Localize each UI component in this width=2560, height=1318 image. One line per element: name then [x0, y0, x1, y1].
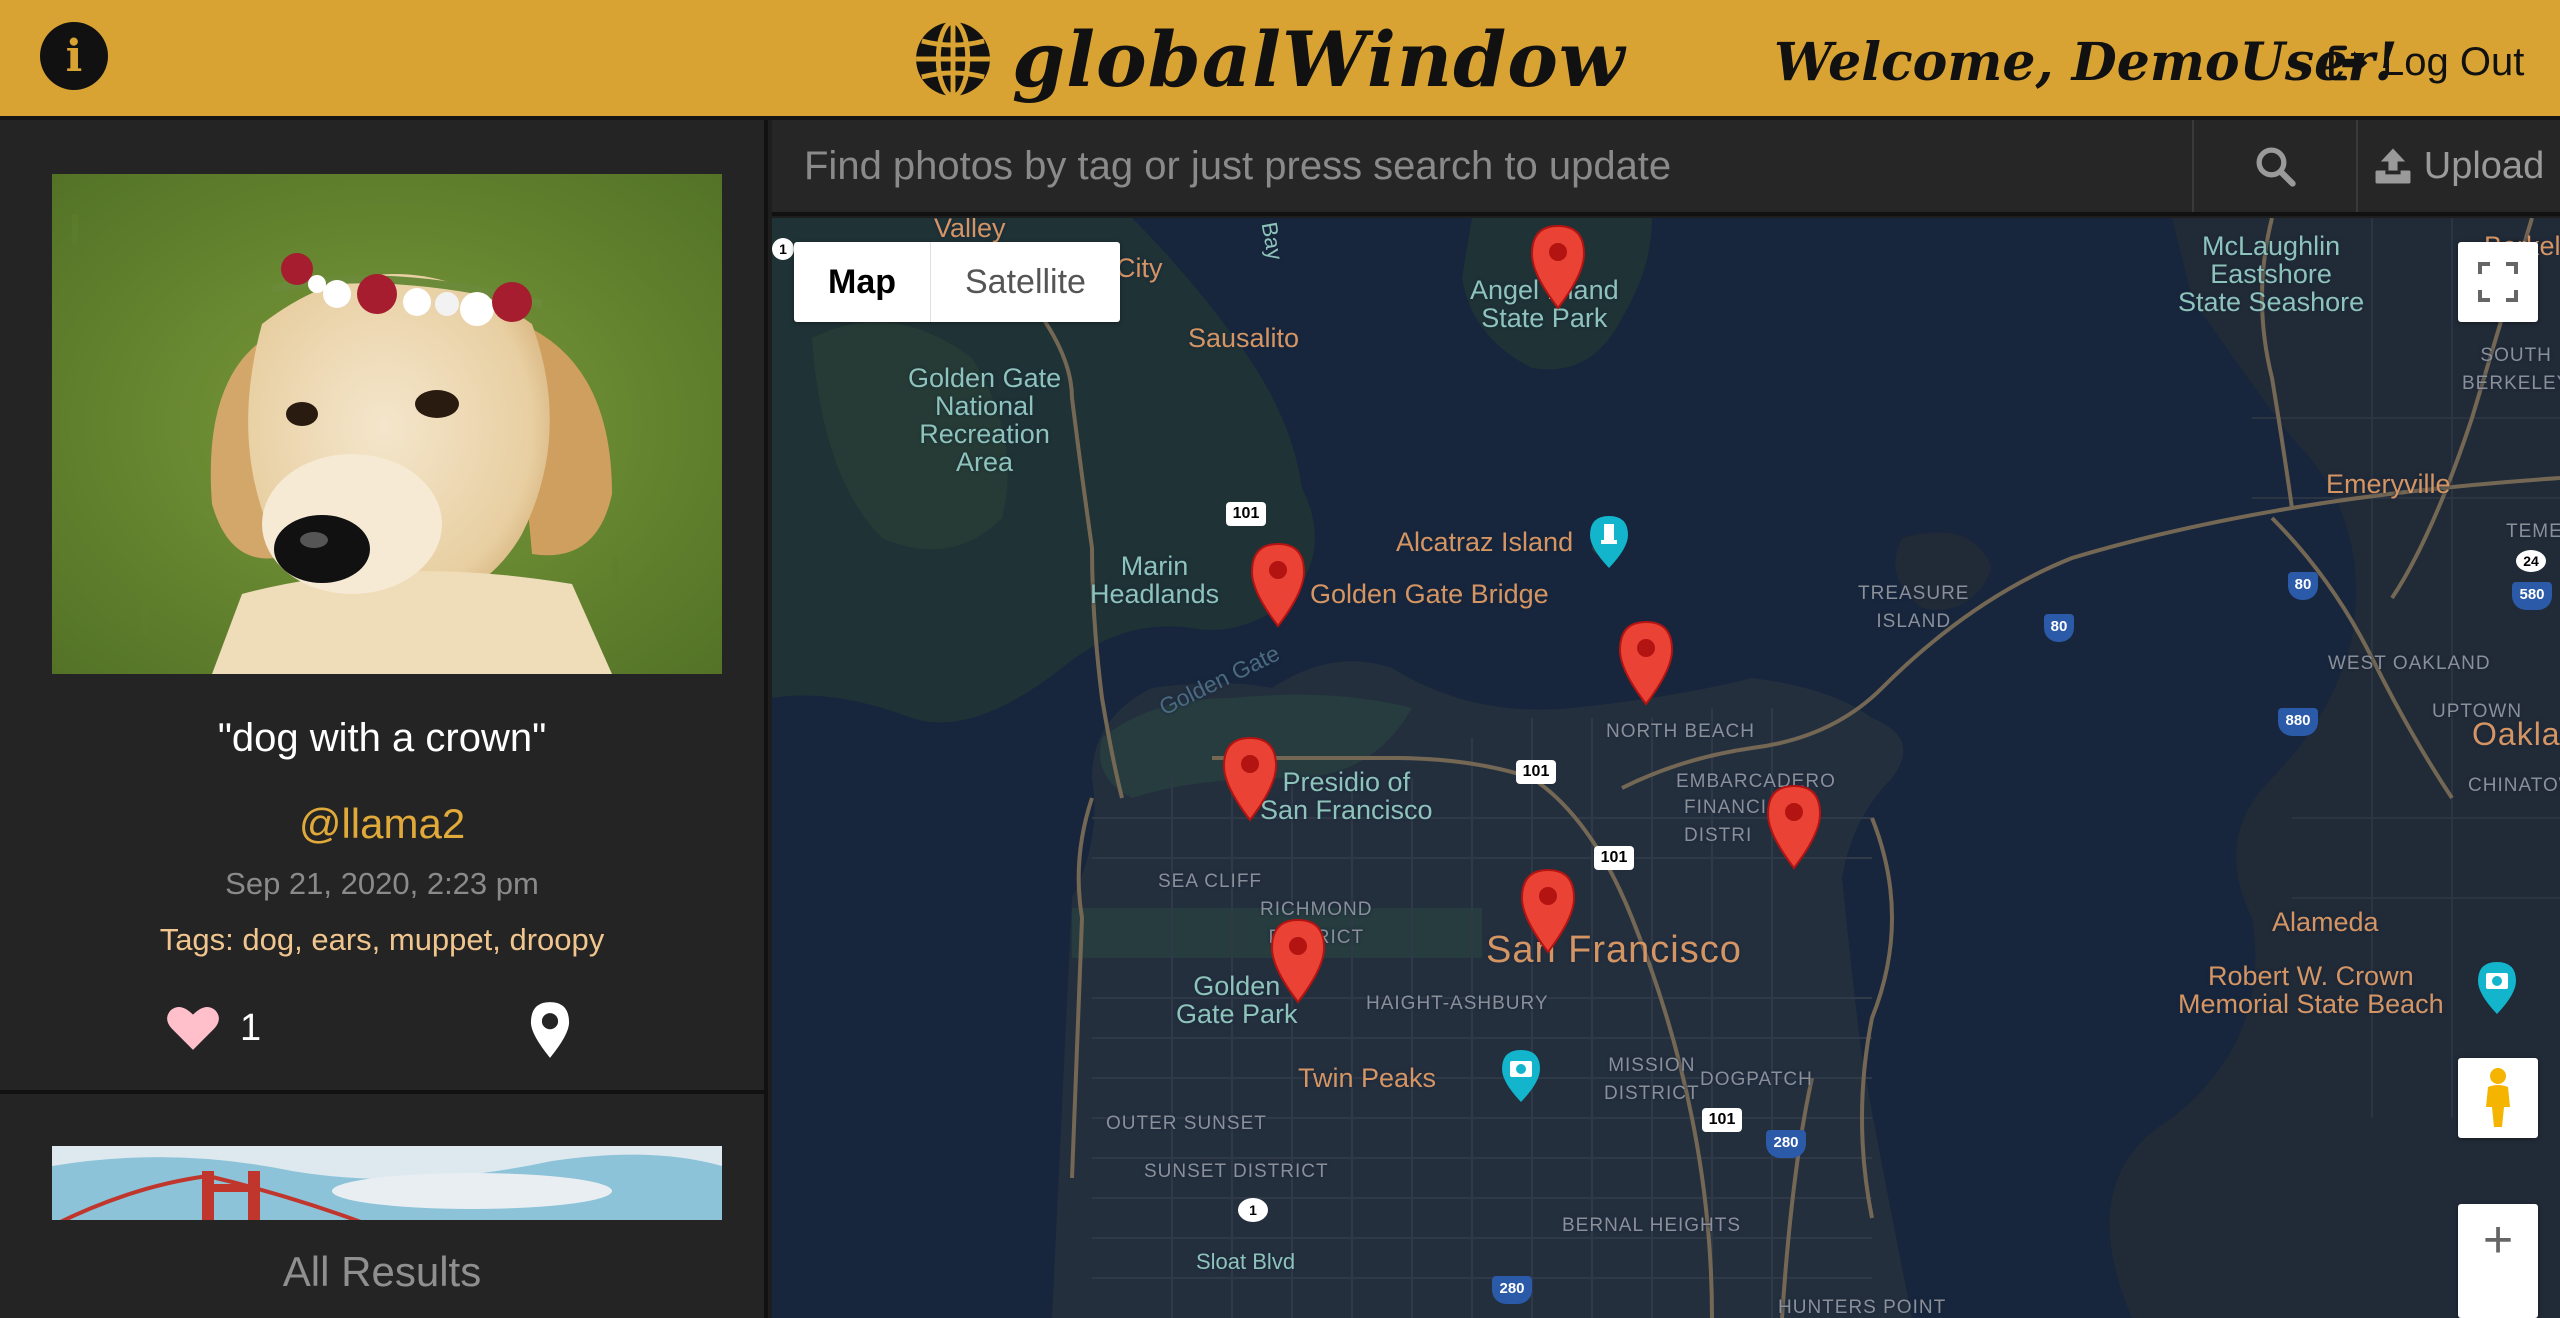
welcome-message: Welcome, DemoUser! — [1774, 32, 2398, 93]
brand[interactable]: globalWindow — [912, 14, 1625, 104]
info-icon[interactable]: i — [40, 22, 108, 90]
label-alcatraz: Alcatraz Island — [1396, 527, 1574, 557]
label-presidio: Presidio of San Francisco — [1260, 767, 1433, 825]
shield-us101-d: 101 — [1702, 1108, 1742, 1132]
camera-poi-icon[interactable] — [1500, 1048, 1542, 1104]
label-sausalito: Sausalito — [1188, 323, 1300, 353]
upload-icon — [2375, 148, 2411, 184]
label-sunset: SUNSET DISTRICT — [1144, 1161, 1329, 1182]
street-view-button[interactable] — [2458, 1058, 2538, 1138]
heart-icon — [167, 1006, 219, 1050]
like-button[interactable]: 1 — [166, 1004, 261, 1052]
label-crown-beach: Robert W. Crown Memorial State Beach — [2178, 961, 2444, 1019]
label-sloat: Sloat Blvd — [1196, 1249, 1296, 1274]
dog-photo — [52, 174, 722, 674]
search-icon — [2256, 147, 2296, 187]
label-chinatown: CHINATOW — [2468, 775, 2560, 796]
label-mission: MISSION DISTRICT — [1604, 1055, 1700, 1104]
label-haight: HAIGHT-ASHBURY — [1366, 993, 1549, 1014]
label-oakland: Oakland — [2472, 716, 2560, 752]
map-marker-icon[interactable] — [1222, 736, 1278, 822]
upload-label: Upload — [2423, 144, 2545, 187]
fullscreen-button[interactable] — [2458, 242, 2538, 322]
label-emeryville: Emeryville — [2326, 469, 2451, 499]
map-marker-icon[interactable] — [1766, 784, 1822, 870]
upload-button[interactable]: Upload — [2356, 120, 2560, 212]
shield-i80-a: 80 — [2044, 614, 2074, 642]
label-twin-peaks: Twin Peaks — [1298, 1063, 1437, 1093]
photo-caption: "dog with a crown" — [217, 716, 547, 760]
shield-i580: 580 — [2512, 582, 2552, 610]
label-west-oakland: WEST OAKLAND — [2328, 653, 2491, 674]
fullscreen-icon — [2478, 262, 2518, 302]
shield-us101-c: 101 — [1594, 846, 1634, 870]
photo-thumbnail[interactable] — [52, 174, 722, 674]
top-navbar: i globalWindow Welcome, DemoUser! Log Ou… — [0, 0, 2560, 120]
photo-author-link[interactable]: @llama2 — [0, 800, 764, 848]
shield-us101-a: 101 — [1226, 502, 1266, 526]
map-type-satellite-button[interactable]: Satellite — [930, 242, 1120, 322]
shield-ca24: 24 — [2516, 550, 2546, 572]
label-valley: Valley — [934, 218, 1006, 243]
label-bernal: BERNAL HEIGHTS — [1562, 1215, 1742, 1236]
all-results-button[interactable]: All Results — [0, 1220, 764, 1318]
label-mclaughlin: McLaughlin Eastshore State Seashore — [2178, 231, 2365, 317]
shield-i80-b: 80 — [2288, 572, 2318, 600]
shield-hwy1-top: 1 — [772, 238, 794, 260]
label-teme: TEME — [2506, 521, 2560, 542]
label-sea-cliff: SEA CLIFF — [1158, 871, 1263, 892]
shield-i280-a: 280 — [1766, 1130, 1806, 1158]
search-button[interactable] — [2192, 120, 2356, 212]
map-pin-icon[interactable] — [528, 1000, 572, 1060]
zoom-in-button[interactable]: + — [2458, 1204, 2538, 1318]
tag-search-input[interactable] — [772, 120, 2192, 212]
shield-hwy1-bottom: 1 — [1238, 1198, 1268, 1222]
photo-map[interactable]: Valley City n Bay Sausalito Angel Island… — [772, 218, 2560, 1318]
photo-date: Sep 21, 2020, 2:23 pm — [225, 866, 539, 901]
map-marker-icon[interactable] — [1270, 918, 1326, 1004]
sign-out-icon — [2329, 45, 2368, 80]
shield-i880: 880 — [2278, 708, 2318, 736]
label-outer-sunset: OUTER SUNSET — [1106, 1113, 1267, 1134]
like-count: 1 — [240, 1006, 262, 1049]
logout-button[interactable]: Log Out — [2328, 40, 2524, 85]
photo-tags: Tags: dog, ears, muppet, droopy — [159, 922, 605, 957]
label-alameda: Alameda — [2272, 907, 2379, 937]
shield-i280-b: 280 — [1492, 1276, 1532, 1304]
label-marin-headlands: Marin Headlands — [1090, 551, 1220, 609]
logout-label: Log Out — [2382, 40, 2525, 84]
map-marker-icon[interactable] — [1520, 868, 1576, 954]
label-dogpatch: DOGPATCH — [1700, 1069, 1813, 1090]
map-marker-icon[interactable] — [1618, 620, 1674, 706]
map-type-map-button[interactable]: Map — [794, 242, 930, 322]
label-ggnra: Golden Gate National Recreation Area — [908, 363, 1062, 477]
camera-poi-icon[interactable] — [2476, 960, 2518, 1016]
search-bar: Upload — [772, 120, 2560, 216]
label-south-berkeley: SOUTH BERKELEY — [2462, 345, 2560, 394]
label-north-beach: NORTH BEACH — [1606, 721, 1755, 742]
map-marker-icon[interactable] — [1530, 224, 1586, 310]
globe-icon — [916, 19, 990, 99]
map-marker-icon[interactable] — [1250, 542, 1306, 628]
label-treasure-island: TREASURE ISLAND — [1858, 583, 1970, 632]
photo-thumbnail-2[interactable] — [52, 1146, 722, 1226]
label-city: City — [1116, 253, 1163, 283]
results-sidebar[interactable]: "dog with a crown" @llama2 Sep 21, 2020,… — [0, 120, 768, 1318]
shield-us101-b: 101 — [1516, 760, 1556, 784]
lighthouse-poi-icon[interactable] — [1588, 514, 1630, 570]
label-financial: FINANCI DISTRI — [1684, 797, 1767, 846]
map-type-control: Map Satellite — [794, 242, 1120, 322]
photo-card: "dog with a crown" @llama2 Sep 21, 2020,… — [0, 120, 764, 1094]
label-hunters-point: HUNTERS POINT — [1778, 1297, 1947, 1318]
brand-title: globalWindow — [1012, 14, 1626, 104]
golden-gate-photo — [52, 1146, 722, 1226]
pegman-icon — [2486, 1068, 2510, 1127]
label-golden-gate-bridge: Golden Gate Bridge — [1310, 579, 1549, 609]
